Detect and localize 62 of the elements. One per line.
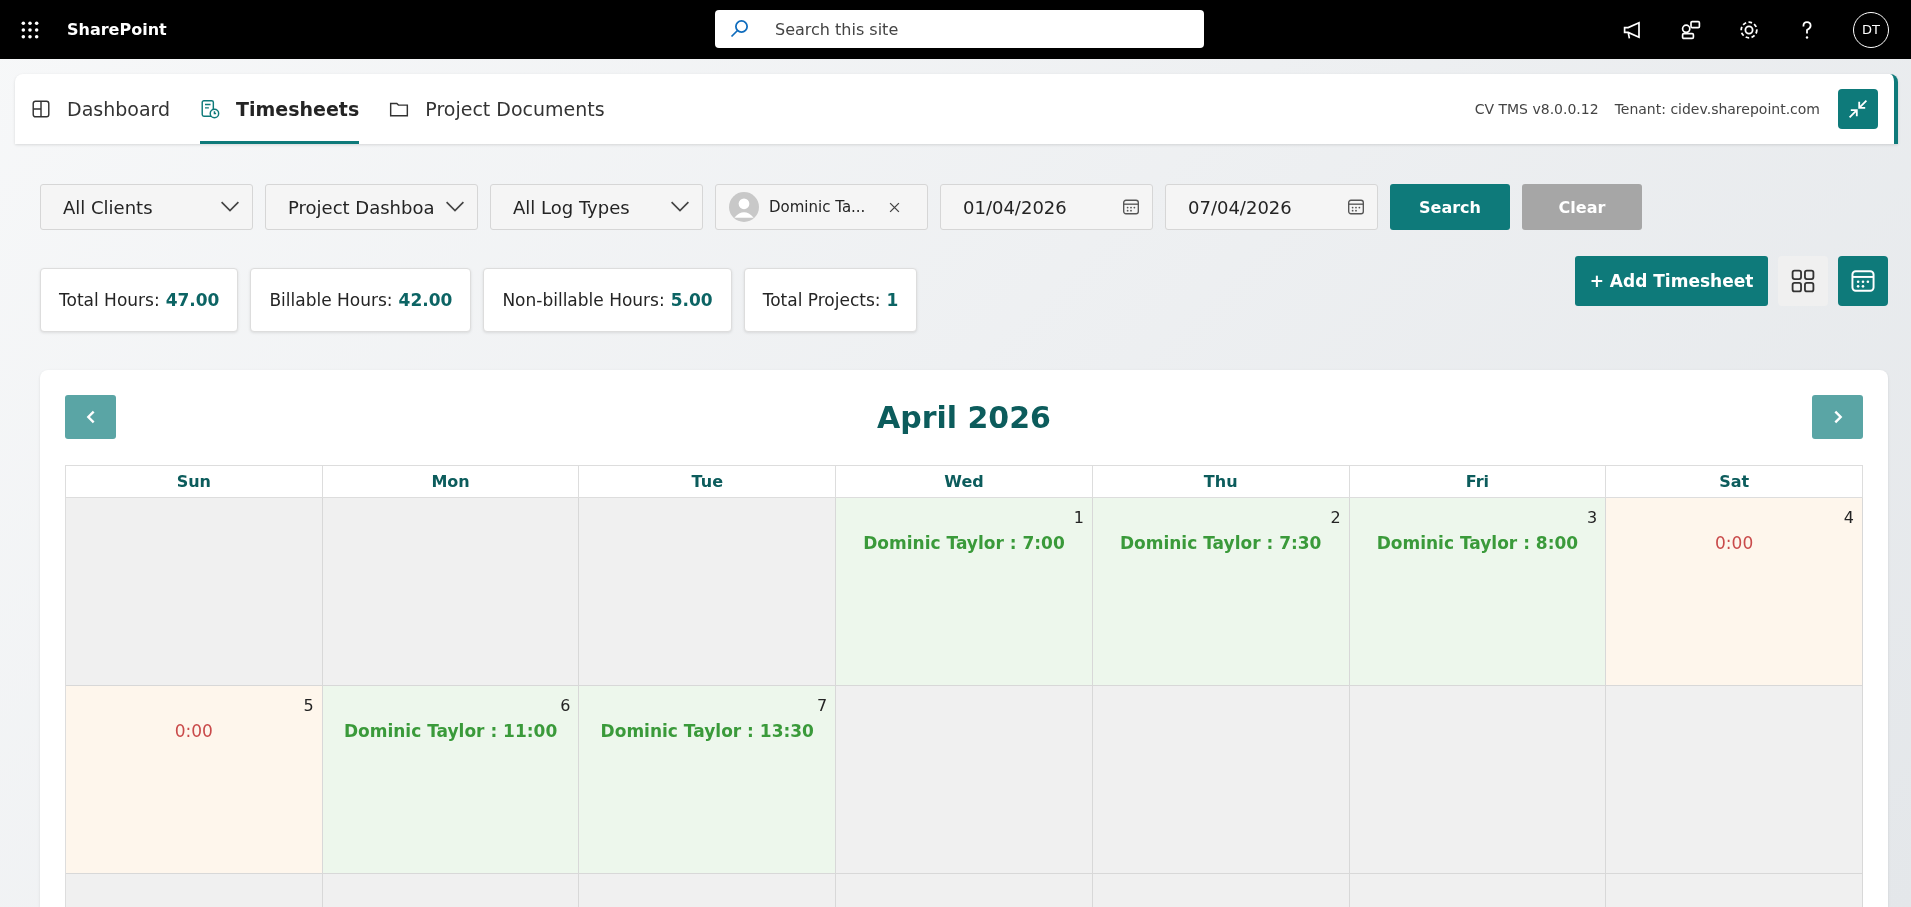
day-cell[interactable] (322, 498, 580, 686)
stat-card: Total Projects: 1 (743, 268, 918, 332)
add-timesheet-button[interactable]: + Add Timesheet (1575, 256, 1768, 306)
app-name[interactable]: SharePoint (67, 20, 167, 39)
person-picker[interactable]: Dominic Ta... (715, 184, 928, 230)
time-entry[interactable]: 0:00 (1715, 533, 1754, 553)
day-number: 5 (303, 696, 314, 715)
day-number: 1 (1073, 508, 1084, 527)
next-month-button[interactable] (1812, 395, 1863, 439)
dashboard-icon (31, 99, 51, 119)
grid-view-button[interactable] (1778, 256, 1828, 306)
day-cell[interactable]: 2 Dominic Taylor : 7:30 (1092, 498, 1350, 686)
calendar-icon (1122, 198, 1140, 216)
version-label: CV TMS v8.0.0.12 (1474, 101, 1599, 117)
close-icon[interactable] (889, 201, 900, 213)
filter-dropdown[interactable]: All Clients (40, 184, 253, 230)
calendar-view-button[interactable] (1838, 256, 1888, 306)
nav-tab[interactable]: Project Documents (389, 74, 605, 144)
stat-card: Total Hours: 47.00 (40, 268, 239, 332)
calendar-icon (1850, 268, 1876, 294)
day-cell[interactable] (66, 498, 323, 686)
grid-icon (1790, 268, 1816, 294)
person-icon (729, 192, 759, 222)
day-cell[interactable]: 3 Dominic Taylor : 8:00 (1349, 498, 1607, 686)
search-field[interactable]: Search this site (715, 10, 1204, 48)
day-number: 2 (1330, 508, 1341, 527)
search-button[interactable]: Search (1390, 184, 1510, 230)
filter-dropdown[interactable]: All Log Types (490, 184, 703, 230)
day-cell[interactable] (836, 686, 1093, 874)
calendar-icon (1347, 198, 1365, 216)
filter-dropdown[interactable]: Project Dashboa (265, 184, 478, 230)
collapse-button[interactable] (1838, 89, 1878, 129)
tenant-label: Tenant: cidev.sharepoint.com (1614, 101, 1820, 117)
chevron-down-icon (670, 201, 690, 213)
day-cell[interactable] (579, 498, 837, 686)
timesheet-icon (200, 99, 221, 119)
stat-card: Billable Hours: 42.00 (250, 268, 472, 332)
time-entry[interactable]: 0:00 (174, 721, 213, 741)
day-cell[interactable] (1606, 686, 1863, 874)
day-cell[interactable]: 5 0:00 (66, 686, 323, 874)
day-cell[interactable] (1349, 686, 1607, 874)
collapse-icon (1846, 97, 1870, 121)
day-number: 6 (560, 696, 571, 715)
date-field[interactable]: 07/04/2026 (1165, 184, 1378, 230)
chevron-down-icon (220, 201, 240, 213)
nav-tab[interactable]: Timesheets (200, 74, 360, 144)
app-launcher-icon[interactable] (20, 19, 40, 40)
day-number: 4 (1843, 508, 1854, 527)
month-title: April 2026 (877, 399, 1051, 435)
day-cell[interactable]: 7 Dominic Taylor : 13:30 (579, 686, 837, 874)
day-cell[interactable]: 1 Dominic Taylor : 7:00 (836, 498, 1093, 686)
stat-card: Non-billable Hours: 5.00 (483, 268, 732, 332)
chevron-down-icon (445, 201, 465, 213)
previous-month-button[interactable] (65, 395, 116, 439)
date-field[interactable]: 01/04/2026 (940, 184, 1153, 230)
day-number: 3 (1587, 508, 1598, 527)
day-cell[interactable]: 6 Dominic Taylor : 11:00 (322, 686, 580, 874)
search-icon (729, 19, 749, 39)
day-number: 7 (816, 696, 828, 715)
day-cell[interactable]: 4 0:00 (1606, 498, 1863, 686)
day-cell[interactable] (1092, 686, 1350, 874)
nav-tab[interactable]: Dashboard (31, 74, 171, 144)
